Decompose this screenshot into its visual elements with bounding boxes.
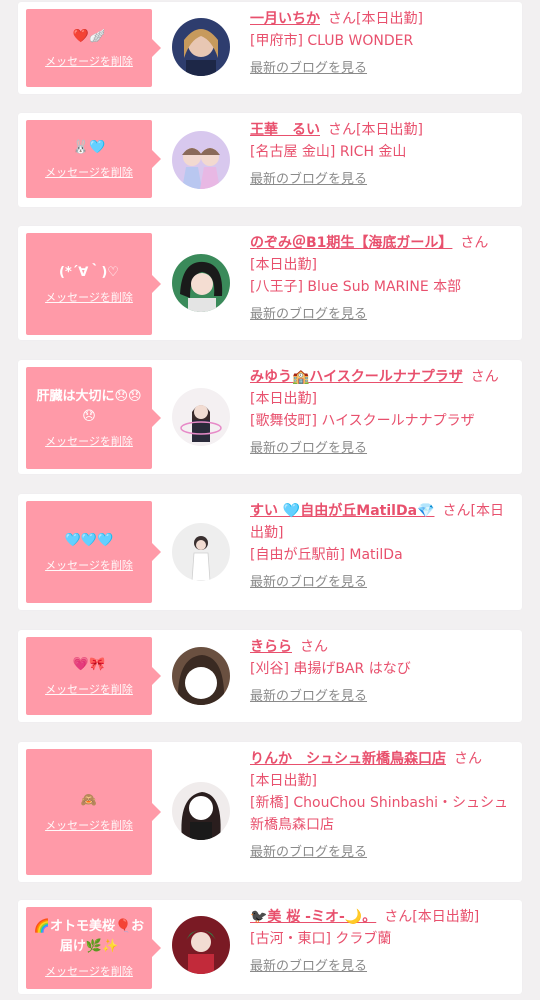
honorific: さん (328, 11, 356, 27)
list-item: 肝臓は大切に😞😞😞 メッセージを削除 みゆう🏫ハイスクールナナプラザ さん [本日出… (18, 360, 522, 474)
latest-blog-link[interactable]: 最新のブログを見る (250, 170, 367, 190)
honorific: さん (470, 369, 499, 385)
cast-name-link[interactable]: きらら (250, 639, 292, 655)
work-status: [本日出勤] (356, 122, 423, 138)
avatar[interactable] (172, 647, 230, 705)
message-bubble: 💗🎀 メッセージを削除 (26, 637, 161, 715)
avatar[interactable] (172, 916, 230, 974)
delete-message-link[interactable]: メッセージを削除 (45, 164, 133, 180)
shop-info: [自由が丘駅前] MatilDa (250, 547, 403, 563)
avatar[interactable] (172, 18, 230, 76)
list-item: 🙈 メッセージを削除 りんか シュシュ新橋鳥森口店 さん [本日出勤] [新橋] C… (18, 742, 522, 882)
message-text: 🌈オトモ美桜🎈お届け🌿✨ (33, 919, 145, 954)
list-item: 💗🎀 メッセージを削除 きらら さん [刈谷] 串揚げBAR はなび 最新のブログ… (18, 630, 522, 722)
cast-name-link[interactable]: りんか シュシュ新橋鳥森口店 (250, 751, 446, 767)
avatar[interactable] (172, 254, 230, 312)
list-item: (*´∀｀)♡ メッセージを削除 のぞみ＠B1期生【海底ガール】 さん [本日出勤]… (18, 226, 522, 340)
latest-blog-link[interactable]: 最新のブログを見る (250, 573, 367, 593)
message-list: ❤️🪽 メッセージを削除 一月いちか さん[本日出勤] [甲府市] CLUB WO… (0, 0, 540, 1000)
message-bubble: 🌈オトモ美桜🎈お届け🌿✨ メッセージを削除 (26, 907, 161, 989)
work-status: [本日出勤] (250, 391, 317, 407)
delete-message-link[interactable]: メッセージを削除 (45, 817, 133, 833)
latest-blog-link[interactable]: 最新のブログを見る (250, 687, 367, 707)
cast-name-link[interactable]: 一月いちか (250, 11, 320, 27)
work-status: [本日出勤] (356, 11, 423, 27)
latest-blog-link[interactable]: 最新のブログを見る (250, 439, 367, 459)
work-status: [本日出勤] (250, 773, 317, 789)
shop-info: [歌舞伎町] ハイスクールナナプラザ (250, 413, 475, 429)
message-text: 🐰🩵 (72, 140, 106, 155)
message-bubble: 🙈 メッセージを削除 (26, 749, 161, 875)
list-item: ❤️🪽 メッセージを削除 一月いちか さん[本日出勤] [甲府市] CLUB WO… (18, 2, 522, 94)
cast-name-link[interactable]: 🐦‍⬛美 桜 -ミオ-🌙。 (250, 909, 376, 925)
avatar[interactable] (172, 523, 230, 581)
delete-message-link[interactable]: メッセージを削除 (45, 681, 133, 697)
list-item: 🩵🩵🩵 メッセージを削除 すい 🩵自由が丘MatilDa💎 さん[本日出勤] [自… (18, 494, 522, 610)
message-bubble: 🐰🩵 メッセージを削除 (26, 120, 161, 198)
avatar[interactable] (172, 782, 230, 840)
honorific: さん (460, 235, 489, 251)
cast-name-link[interactable]: みゆう🏫ハイスクールナナプラザ (250, 369, 463, 385)
message-bubble: ❤️🪽 メッセージを削除 (26, 9, 161, 87)
message-text: ❤️🪽 (72, 29, 106, 44)
list-item: 🌈オトモ美桜🎈お届け🌿✨ メッセージを削除 🐦‍⬛美 桜 -ミオ-🌙。 さん[本日… (18, 900, 522, 994)
delete-message-link[interactable]: メッセージを削除 (45, 53, 133, 69)
shop-info: [名古屋 金山] RICH 金山 (250, 144, 407, 160)
avatar[interactable] (172, 131, 230, 189)
message-bubble: 🩵🩵🩵 メッセージを削除 (26, 501, 161, 603)
avatar[interactable] (172, 388, 230, 446)
honorific: さん (300, 639, 328, 655)
latest-blog-link[interactable]: 最新のブログを見る (250, 59, 367, 79)
message-text: (*´∀｀)♡ (59, 265, 119, 280)
honorific: さん (442, 503, 471, 519)
honorific: さん (454, 751, 482, 767)
message-text: 🩵🩵🩵 (64, 533, 114, 548)
message-bubble: 肝臓は大切に😞😞😞 メッセージを削除 (26, 367, 161, 469)
message-text: 💗🎀 (72, 657, 106, 672)
latest-blog-link[interactable]: 最新のブログを見る (250, 957, 367, 977)
honorific: さん (384, 909, 413, 925)
delete-message-link[interactable]: メッセージを削除 (45, 289, 133, 305)
message-text: 肝臓は大切に😞😞😞 (36, 389, 142, 424)
shop-info: [新橋] ChouChou Shinbashi・シュシュ新橋鳥森口店 (250, 795, 509, 833)
work-status: [本日出勤] (412, 909, 480, 925)
message-text: 🙈 (80, 793, 98, 808)
delete-message-link[interactable]: メッセージを削除 (45, 557, 133, 573)
cast-name-link[interactable]: のぞみ＠B1期生【海底ガール】 (250, 235, 452, 251)
message-bubble: (*´∀｀)♡ メッセージを削除 (26, 233, 161, 335)
cast-name-link[interactable]: すい 🩵自由が丘MatilDa💎 (250, 503, 434, 519)
delete-message-link[interactable]: メッセージを削除 (45, 963, 133, 979)
latest-blog-link[interactable]: 最新のブログを見る (250, 843, 367, 863)
shop-info: [甲府市] CLUB WONDER (250, 33, 414, 49)
cast-name-link[interactable]: 王華 るい (250, 122, 320, 138)
shop-info: [刈谷] 串揚げBAR はなび (250, 661, 411, 677)
latest-blog-link[interactable]: 最新のブログを見る (250, 305, 367, 325)
honorific: さん (328, 122, 356, 138)
list-item: 🐰🩵 メッセージを削除 王華 るい さん[本日出勤] [名古屋 金山] RICH … (18, 113, 522, 207)
delete-message-link[interactable]: メッセージを削除 (45, 433, 133, 449)
work-status: [本日出勤] (250, 257, 317, 273)
shop-info: [八王子] Blue Sub MARINE 本部 (250, 279, 462, 295)
shop-info: [古河・東口] クラブ蘭 (250, 931, 392, 947)
